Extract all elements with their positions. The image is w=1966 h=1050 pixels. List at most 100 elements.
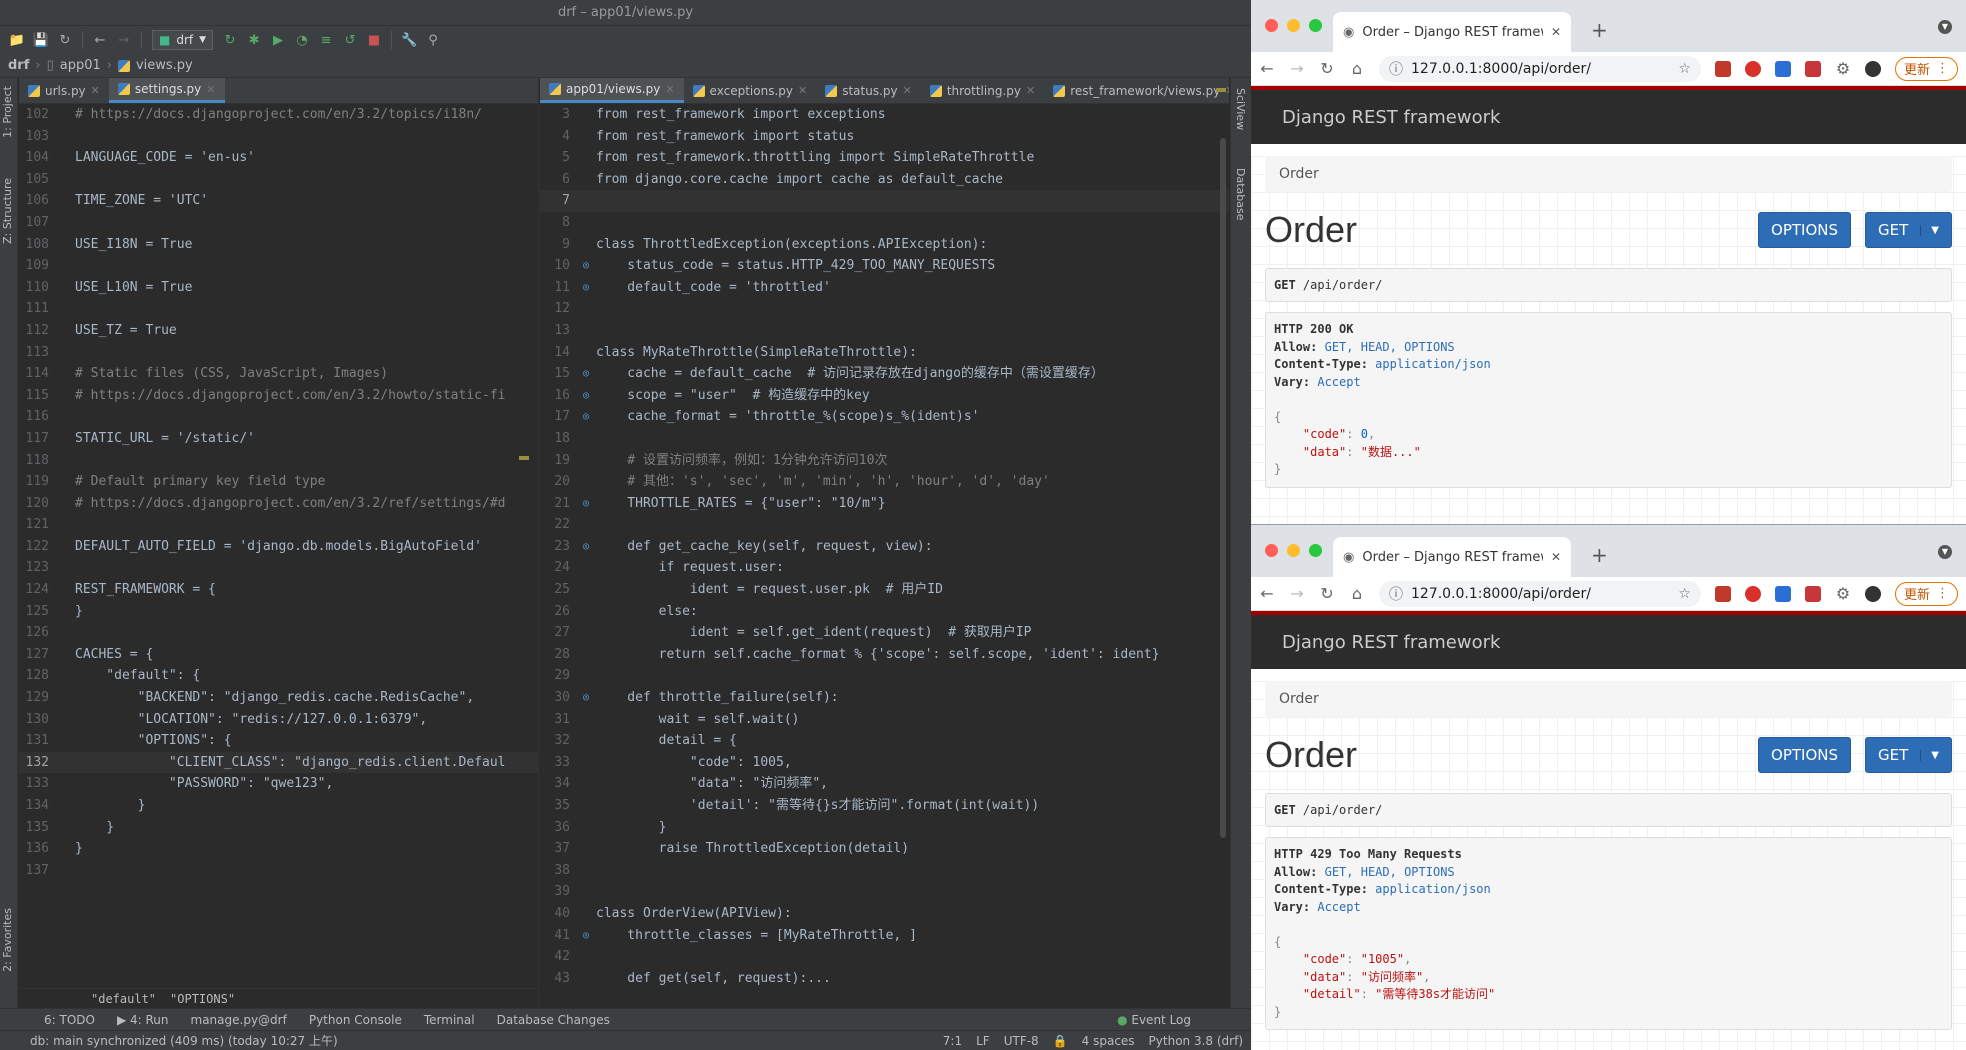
get-button[interactable]: GET ▼ — [1865, 737, 1952, 773]
tab-app01-views-py[interactable]: app01/views.py ✕ — [540, 78, 684, 103]
line-number[interactable]: 108 — [19, 234, 55, 256]
code-line[interactable]: 102 # https://docs.djangoproject.com/en/3… — [19, 104, 538, 126]
code-line[interactable]: 106 TIME_ZONE = 'UTC' — [19, 190, 538, 212]
back-arrow-icon[interactable]: ← — [1259, 584, 1275, 603]
code-line[interactable]: 20 # 其他：'s', 'sec', 'm', 'min', 'h', 'ho… — [540, 471, 1229, 493]
override-icon[interactable]: ◎ — [576, 385, 596, 407]
line-number[interactable]: 115 — [19, 385, 55, 407]
code-line[interactable]: 137 — [19, 860, 538, 882]
code-line[interactable]: 136} — [19, 838, 538, 860]
save-icon[interactable]: 💾 — [30, 29, 52, 51]
line-number[interactable]: 42 — [540, 946, 576, 968]
concurrency-icon[interactable]: ≡ — [315, 29, 337, 51]
breadcrumb-file[interactable]: views.py — [136, 58, 193, 73]
tab-search-icon[interactable]: ▼ — [1938, 545, 1952, 559]
line-number[interactable]: 121 — [19, 514, 55, 536]
code-line[interactable]: 26 else: — [540, 601, 1229, 623]
code-line[interactable]: 107 — [19, 212, 538, 234]
code-line[interactable]: 103 — [19, 126, 538, 148]
drf-breadcrumb-item[interactable]: Order — [1279, 166, 1319, 182]
line-number[interactable]: 39 — [540, 881, 576, 903]
code-line[interactable]: 29 — [540, 665, 1229, 687]
code-line[interactable]: 21 ◎ THROTTLE_RATES = {"user": "10/m"} — [540, 493, 1229, 515]
code-line[interactable]: 15 ◎ cache = default_cache # 访问记录存放在djang… — [540, 363, 1229, 385]
views-code-editor[interactable]: 3 from rest_framework import exceptions 4 f… — [540, 104, 1229, 989]
close-icon[interactable]: ✕ — [798, 84, 807, 97]
code-line[interactable]: 17 ◎ cache_format = 'throttle_%(scope)s_%… — [540, 406, 1229, 428]
line-number[interactable]: 119 — [19, 471, 55, 493]
zoom-window-button[interactable] — [1309, 544, 1322, 557]
close-icon[interactable]: ✕ — [206, 83, 215, 96]
line-number[interactable]: 35 — [540, 795, 576, 817]
code-line[interactable]: 109 — [19, 255, 538, 277]
code-line[interactable]: 30 ◎ def throttle_failure(self): — [540, 687, 1229, 709]
todo-tool-button[interactable]: 6: TODO — [44, 1013, 95, 1027]
code-line[interactable]: 126 — [19, 622, 538, 644]
line-number[interactable]: 26 — [540, 601, 576, 623]
line-number[interactable]: 17 — [540, 406, 576, 428]
code-line[interactable]: 38 — [540, 860, 1229, 882]
code-line[interactable]: 19 # 设置访问频率，例如：1分钟允许访问10次 — [540, 450, 1229, 472]
line-number[interactable]: 107 — [19, 212, 55, 234]
code-line[interactable]: 40 class OrderView(APIView): — [540, 903, 1229, 925]
zoom-window-button[interactable] — [1309, 19, 1322, 32]
close-icon[interactable]: ✕ — [903, 84, 912, 97]
line-number[interactable]: 114 — [19, 363, 55, 385]
code-line[interactable]: 112 USE_TZ = True — [19, 320, 538, 342]
line-number[interactable]: 15 — [540, 363, 576, 385]
extension-new-icon[interactable] — [1774, 585, 1791, 602]
close-icon[interactable]: ✕ — [1026, 84, 1035, 97]
line-number[interactable]: 117 — [19, 428, 55, 450]
line-number[interactable]: 14 — [540, 342, 576, 364]
line-number[interactable]: 37 — [540, 838, 576, 860]
code-line[interactable]: 8 — [540, 212, 1229, 234]
sciview-tool-window-button[interactable]: SciView — [1234, 88, 1247, 130]
code-line[interactable]: 6 from django.core.cache import cache as … — [540, 169, 1229, 191]
code-line[interactable]: 28 return self.cache_format % {'scope': … — [540, 644, 1229, 666]
line-number[interactable]: 136 — [19, 838, 55, 860]
line-number[interactable]: 127 — [19, 644, 55, 666]
line-number[interactable]: 123 — [19, 557, 55, 579]
close-window-button[interactable] — [1265, 19, 1278, 32]
code-breadcrumb-item[interactable]: "default" — [91, 989, 156, 1008]
profile-icon[interactable]: ◔ — [291, 29, 313, 51]
chevron-down-icon[interactable]: ▼ — [1920, 224, 1939, 236]
code-line[interactable]: 121 — [19, 514, 538, 536]
adblock-icon[interactable] — [1744, 585, 1761, 602]
settings-code-editor[interactable]: 102 # https://docs.djangoproject.com/en/3… — [19, 104, 538, 881]
search-icon[interactable]: ⚲ — [422, 29, 444, 51]
reload-icon[interactable]: ↻ — [1319, 584, 1335, 603]
close-icon[interactable]: ✕ — [665, 83, 674, 96]
code-line[interactable]: 37 raise ThrottledException(detail) — [540, 838, 1229, 860]
line-number[interactable]: 4 — [540, 126, 576, 148]
line-number[interactable]: 5 — [540, 147, 576, 169]
line-number[interactable]: 125 — [19, 601, 55, 623]
code-line[interactable]: 131 "OPTIONS": { — [19, 730, 538, 752]
structure-tool-window-button[interactable]: Z: Structure — [1, 178, 14, 244]
line-number[interactable]: 27 — [540, 622, 576, 644]
line-number[interactable]: 111 — [19, 298, 55, 320]
line-number[interactable]: 9 — [540, 234, 576, 256]
line-number[interactable]: 12 — [540, 298, 576, 320]
code-line[interactable]: 117 STATIC_URL = '/static/' — [19, 428, 538, 450]
code-line[interactable]: 39 — [540, 881, 1229, 903]
line-separator[interactable]: LF — [976, 1034, 990, 1048]
code-line[interactable]: 128 "default": { — [19, 665, 538, 687]
code-line[interactable]: 135 } — [19, 817, 538, 839]
file-encoding[interactable]: UTF-8 — [1004, 1034, 1039, 1048]
line-number[interactable]: 8 — [540, 212, 576, 234]
line-number[interactable]: 38 — [540, 860, 576, 882]
line-number[interactable]: 109 — [19, 255, 55, 277]
tab-rest_framework-views-py[interactable]: rest_framework/views.py✕ — [1044, 78, 1229, 103]
code-line[interactable]: 134 } — [19, 795, 538, 817]
python-console-button[interactable]: Python Console — [309, 1013, 402, 1027]
back-arrow-icon[interactable]: ← — [89, 29, 111, 51]
line-number[interactable]: 36 — [540, 817, 576, 839]
options-button[interactable]: OPTIONS — [1758, 212, 1852, 248]
line-number[interactable]: 130 — [19, 709, 55, 731]
line-number[interactable]: 120 — [19, 493, 55, 515]
override-icon[interactable]: ◎ — [576, 363, 596, 385]
line-number[interactable]: 28 — [540, 644, 576, 666]
tab-throttling-py[interactable]: throttling.py ✕ — [921, 78, 1044, 103]
back-arrow-icon[interactable]: ← — [1259, 59, 1275, 78]
